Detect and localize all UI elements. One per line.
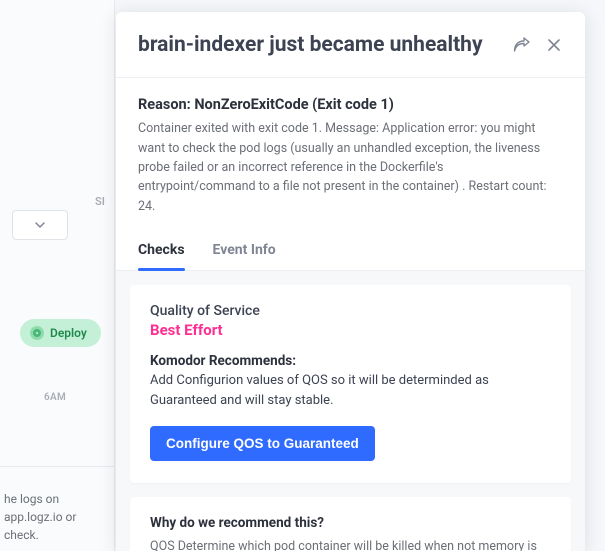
reason-heading: Reason: NonZeroExitCode (Exit code 1)	[138, 96, 563, 113]
deploy-label: Deploy	[50, 326, 87, 340]
qos-card: Quality of Service Best Effort Komodor R…	[130, 285, 571, 483]
recommendation-body: Add Configurion values of QOS so it will…	[150, 371, 551, 410]
configure-qos-button[interactable]: Configure QOS to Guaranteed	[150, 426, 375, 461]
header-actions	[513, 32, 563, 54]
recommendation-heading: Komodor Recommends:	[150, 353, 551, 369]
deploy-icon	[30, 326, 44, 340]
panel-title: brain-indexer just became unhealthy	[138, 32, 513, 59]
why-card: Why do we recommend this? QOS Determine …	[130, 497, 571, 551]
tab-event-info[interactable]: Event Info	[213, 232, 276, 270]
why-body: QOS Determine which pod container will b…	[150, 537, 551, 551]
bg-divider	[0, 466, 115, 467]
panel-header: brain-indexer just became unhealthy	[116, 12, 585, 77]
bg-select-dropdown[interactable]	[12, 210, 68, 240]
why-heading: Why do we recommend this?	[150, 515, 551, 531]
tabs-row: Checks Event Info	[116, 232, 585, 271]
deploy-pill[interactable]: Deploy	[20, 319, 101, 347]
timeline-time-label: 6AM	[44, 392, 66, 403]
bg-field-label-fragment: SI	[0, 195, 105, 208]
share-icon[interactable]	[513, 36, 531, 54]
tab-content: Quality of Service Best Effort Komodor R…	[116, 271, 585, 551]
reason-block: Reason: NonZeroExitCode (Exit code 1) Co…	[116, 78, 585, 232]
reason-body: Container exited with exit code 1. Messa…	[138, 119, 563, 216]
chevron-down-icon	[35, 222, 45, 228]
close-icon[interactable]	[545, 36, 563, 54]
qos-label: Quality of Service	[150, 303, 551, 319]
event-detail-panel: brain-indexer just became unhealthy Reas…	[116, 12, 585, 551]
bg-bottom-text: he logs on app.logz.io or check.	[4, 490, 105, 544]
qos-value: Best Effort	[150, 321, 551, 339]
background-left-strip: SI	[0, 0, 115, 551]
tab-checks[interactable]: Checks	[138, 232, 185, 270]
